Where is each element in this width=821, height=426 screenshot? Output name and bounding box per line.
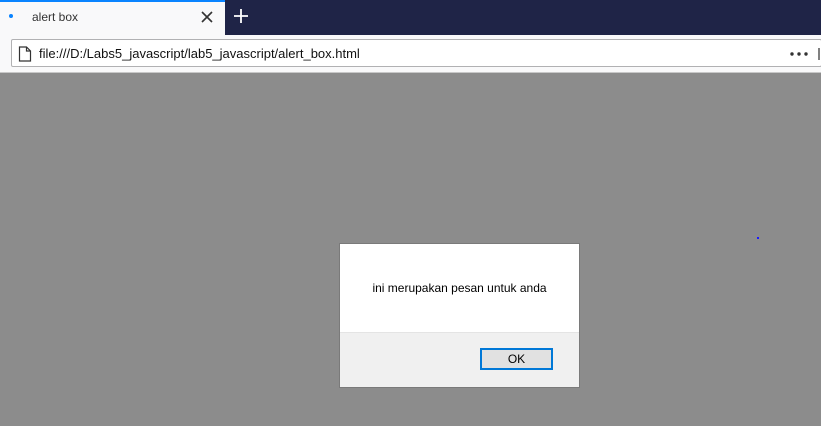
alert-dialog: ini merupakan pesan untuk anda OK [339, 243, 580, 388]
plus-icon[interactable] [231, 6, 251, 26]
tab-alert-box[interactable]: alert box [0, 0, 225, 35]
ok-button[interactable]: OK [480, 348, 553, 370]
more-icon[interactable] [790, 52, 808, 56]
address-bar[interactable]: file:///D:/Labs5_javascript/lab5_javascr… [11, 39, 821, 67]
cursor-speck [757, 237, 759, 239]
url-text[interactable]: file:///D:/Labs5_javascript/lab5_javascr… [39, 46, 360, 61]
tab-title: alert box [32, 10, 79, 24]
close-icon[interactable] [199, 9, 215, 25]
alert-message: ini merupakan pesan untuk anda [372, 281, 547, 295]
tab-strip: alert box [0, 0, 821, 35]
browser-window: alert box file:///D:/Labs5_javascript/la… [0, 0, 821, 426]
tab-dot-icon [9, 14, 13, 18]
navigation-bar: file:///D:/Labs5_javascript/lab5_javascr… [0, 35, 821, 73]
alert-body: ini merupakan pesan untuk anda [340, 244, 579, 332]
alert-footer: OK [340, 332, 579, 387]
page-icon [18, 46, 32, 62]
